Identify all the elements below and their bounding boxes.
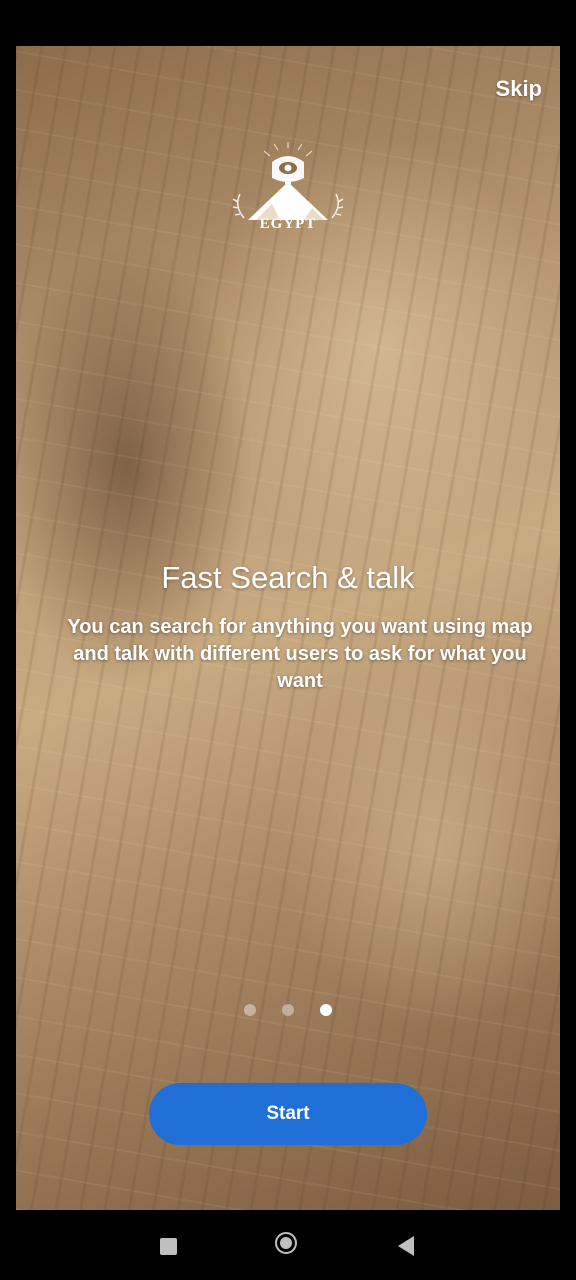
- back-triangle-icon[interactable]: [398, 1236, 414, 1256]
- home-circle-icon[interactable]: [275, 1232, 297, 1254]
- page-indicator: [16, 1004, 560, 1016]
- page-dot-2[interactable]: [282, 1004, 294, 1016]
- page-dot-1[interactable]: [244, 1004, 256, 1016]
- onboarding-screen: Skip EGYPT Fast Search & talk You can se…: [16, 46, 560, 1210]
- start-button[interactable]: Start: [149, 1083, 427, 1145]
- recents-square-icon[interactable]: [160, 1238, 177, 1255]
- egypt-logo: EGYPT: [228, 142, 348, 246]
- skip-button[interactable]: Skip: [496, 76, 542, 102]
- page-dot-3-active[interactable]: [320, 1004, 332, 1016]
- logo-text: EGYPT: [259, 216, 317, 232]
- slide-title: Fast Search & talk: [161, 560, 415, 595]
- system-navigation-bar: [0, 1210, 576, 1280]
- slide-description: You can search for anything you want usi…: [67, 616, 533, 692]
